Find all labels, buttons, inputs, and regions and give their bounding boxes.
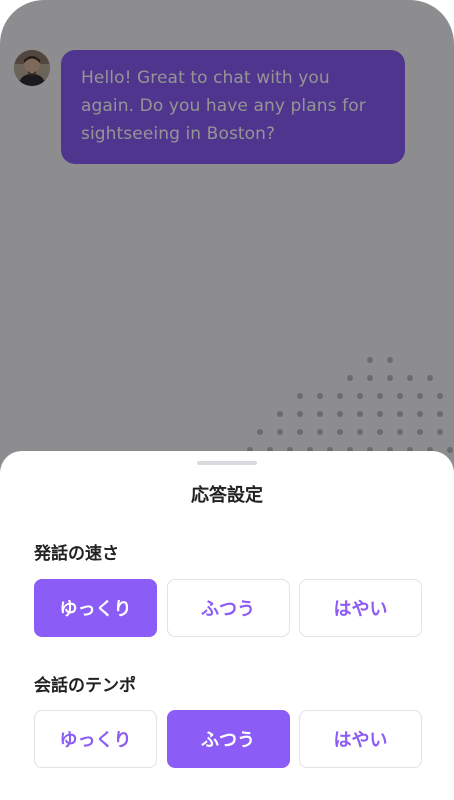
speed-option-fast[interactable]: はやい [299,579,422,637]
speed-option-slow[interactable]: ゆっくり [34,579,157,637]
tempo-option-slow[interactable]: ゆっくり [34,710,157,768]
speech-speed-selector: ゆっくり ふつう はやい [34,579,422,637]
sheet-title: 応答設定 [191,485,263,506]
response-settings-sheet: 応答設定 発話の速さ ゆっくり ふつう はやい 会話のテンポ ゆっくり ふつう … [0,451,454,800]
sheet-drag-handle[interactable] [197,461,257,465]
conversation-tempo-selector: ゆっくり ふつう はやい [34,710,422,768]
speed-option-normal[interactable]: ふつう [166,579,290,637]
app-screen: Hello! Great to chat with you again. Do … [0,0,454,800]
tempo-option-normal[interactable]: ふつう [166,710,290,768]
tempo-option-fast[interactable]: はやい [299,710,422,768]
conversation-tempo-label: 会話のテンポ [34,676,136,696]
speech-speed-label: 発話の速さ [34,544,119,564]
